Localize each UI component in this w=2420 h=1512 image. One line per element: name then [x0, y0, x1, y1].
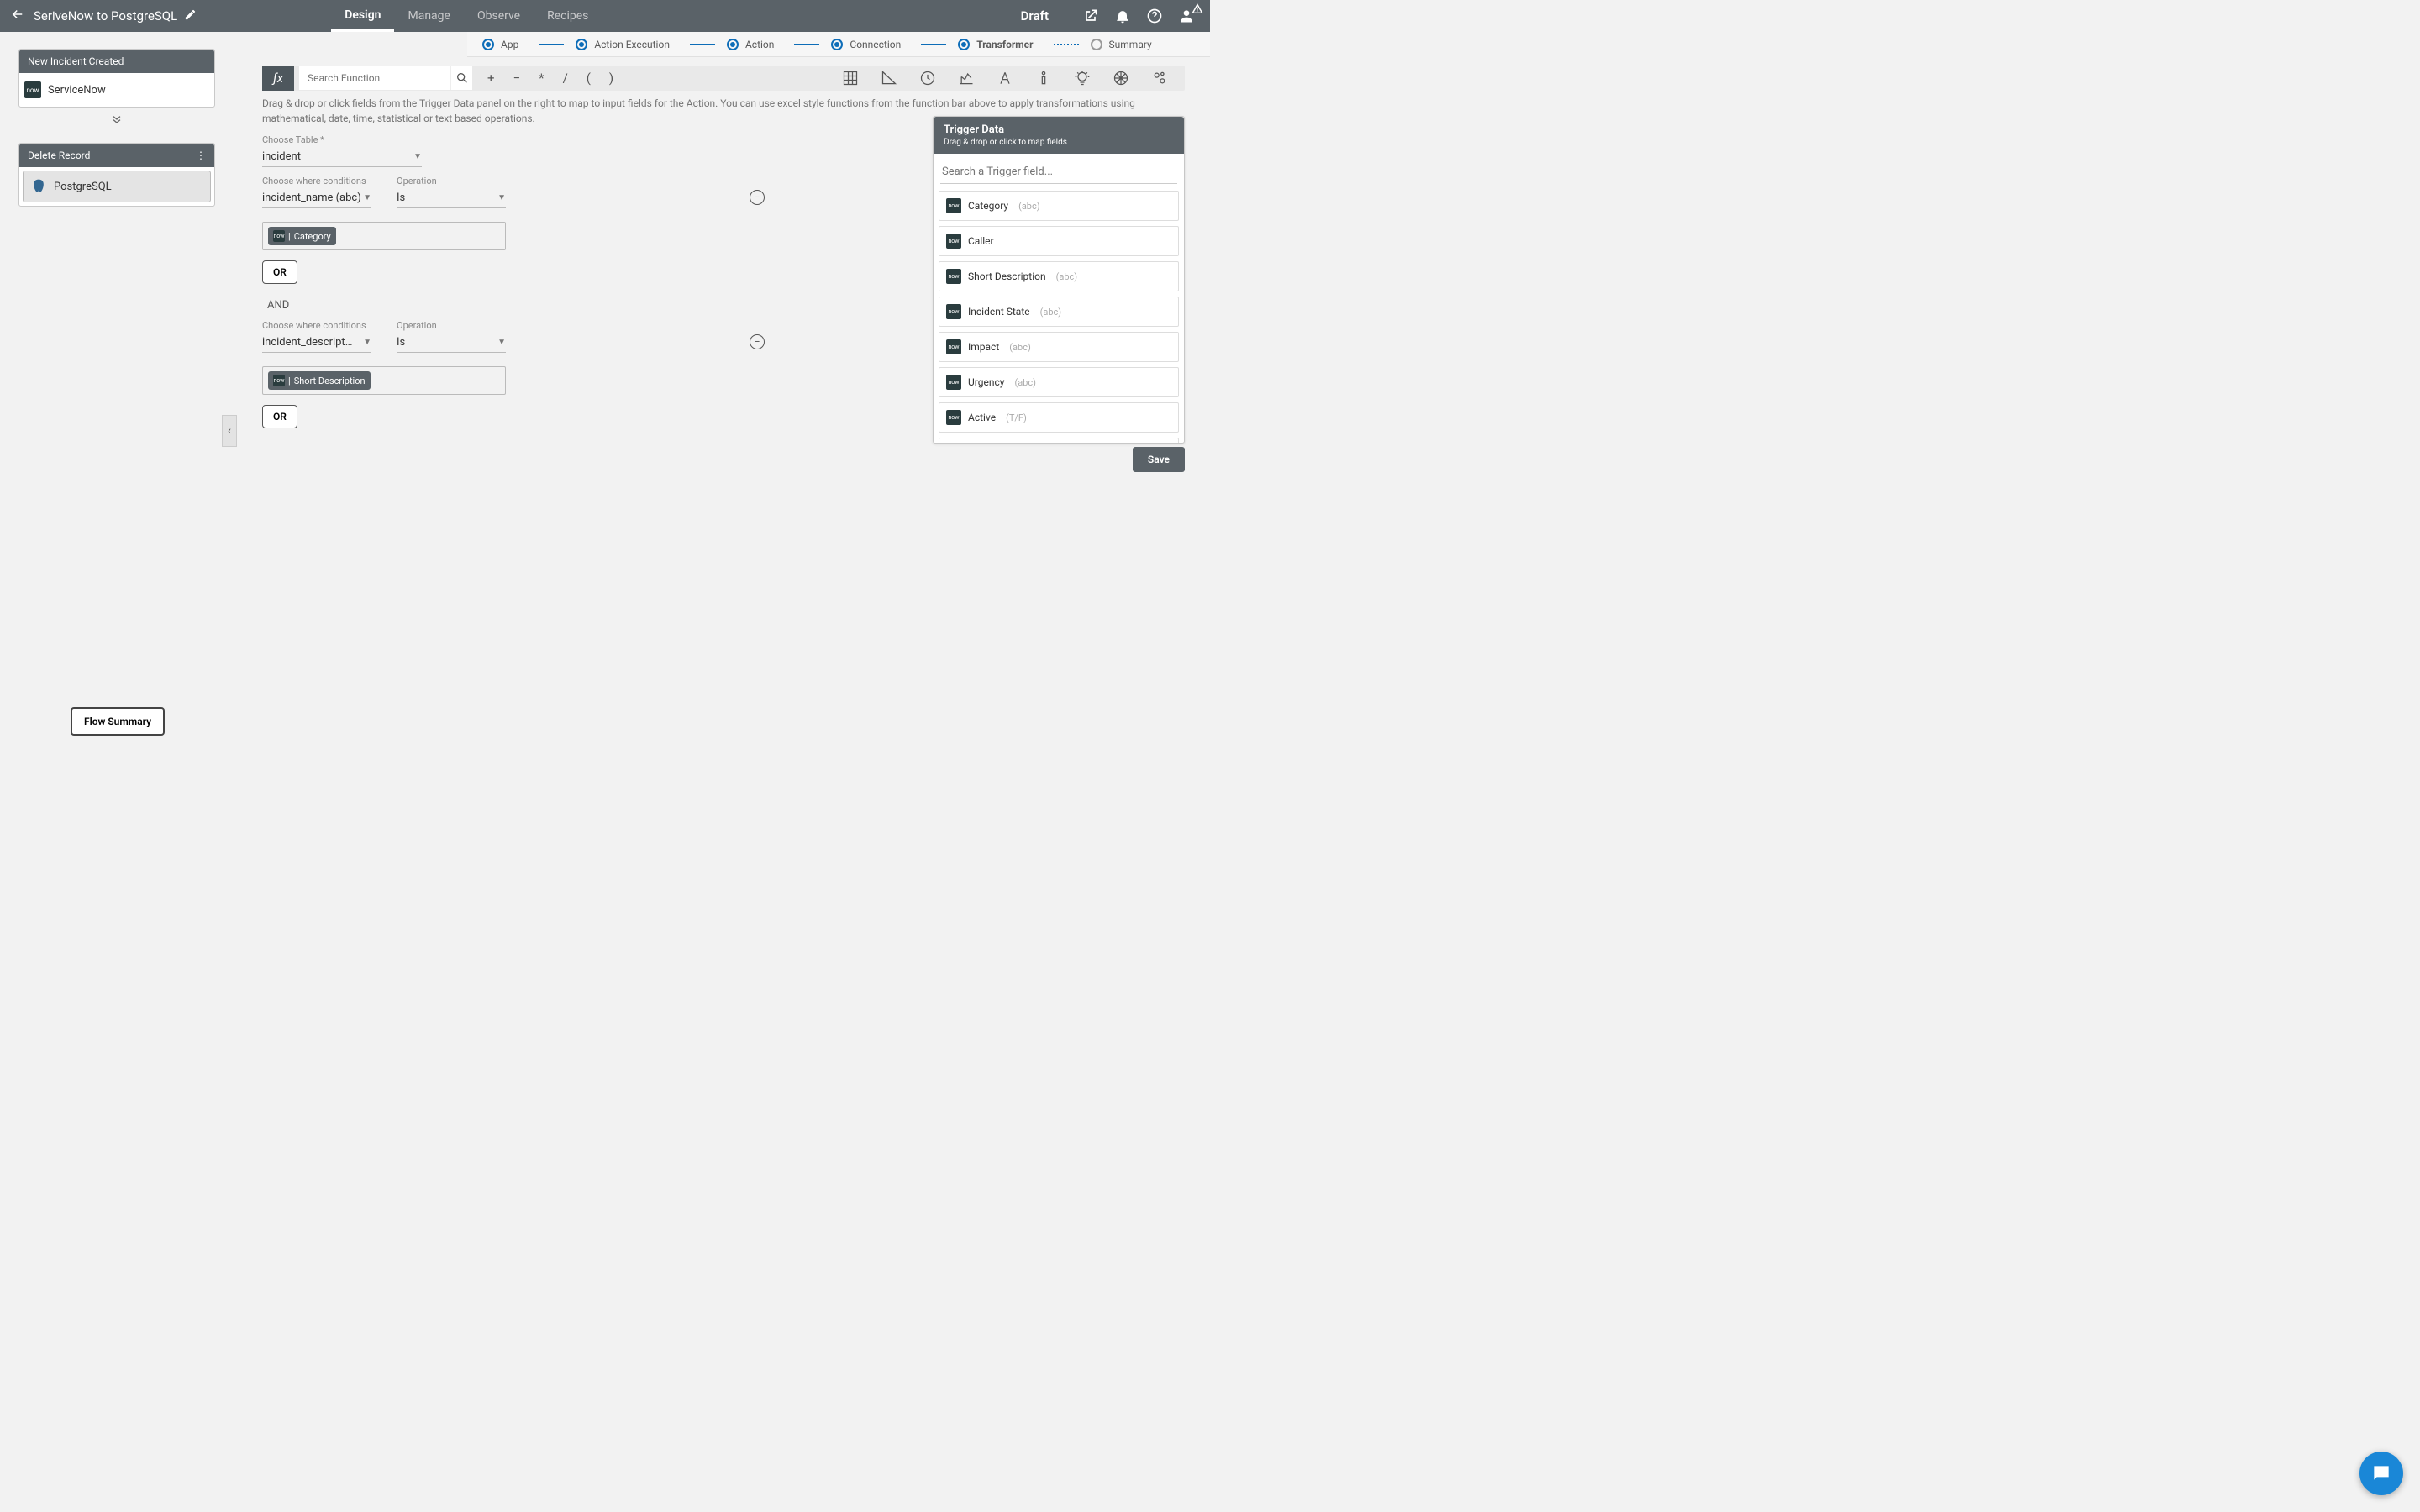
grid-icon[interactable]: [842, 70, 859, 87]
op-label-1: Operation: [397, 176, 506, 186]
cond2-op-select[interactable]: Is▼: [397, 333, 506, 353]
chart-icon[interactable]: [958, 70, 975, 87]
trigger-item-active[interactable]: nowActive(T/F): [939, 402, 1179, 433]
function-search-input[interactable]: [299, 66, 450, 90]
search-icon[interactable]: [450, 66, 472, 90]
trigger-item-caller[interactable]: nowCaller: [939, 226, 1179, 256]
step-connection[interactable]: Connection: [831, 39, 901, 50]
edit-title-icon[interactable]: [184, 8, 197, 24]
trigger-item-urgency[interactable]: nowUrgency(abc): [939, 367, 1179, 397]
and-label: AND: [267, 299, 867, 312]
bell-icon[interactable]: [1114, 8, 1131, 24]
or-button-2[interactable]: OR: [262, 405, 297, 428]
action-node-card[interactable]: Delete Record ⋮ PostgreSQL: [18, 143, 215, 207]
tab-recipes[interactable]: Recipes: [534, 0, 602, 32]
trigger-item-category[interactable]: nowCategory(abc): [939, 191, 1179, 221]
step-summary[interactable]: Summary: [1091, 39, 1152, 50]
cond1-value-input[interactable]: now|Category: [262, 222, 506, 250]
collapse-left-pane[interactable]: ‹: [222, 415, 237, 447]
remove-cond2-icon[interactable]: −: [750, 334, 765, 349]
where-label-2: Choose where conditions: [262, 320, 371, 331]
chevron-down-icon: [18, 113, 215, 129]
warning-badge-icon: [1192, 3, 1203, 14]
table-select[interactable]: incident▼: [262, 147, 422, 167]
cond2-value-input[interactable]: now|Short Description: [262, 366, 506, 395]
where-label-1: Choose where conditions: [262, 176, 371, 186]
chip-short-description[interactable]: now|Short Description: [268, 371, 371, 390]
trigger-item-due-date[interactable]: nowDue Date: [939, 438, 1179, 443]
servicenow-icon: now: [24, 81, 41, 98]
op-paren-close[interactable]: ): [609, 71, 613, 86]
postgresql-icon: [30, 178, 47, 195]
top-header: SeriveNow to PostgreSQL Design Manage Ob…: [0, 0, 1210, 32]
trigger-node-body: ServiceNow: [48, 84, 106, 97]
step-action[interactable]: Action: [727, 39, 774, 50]
right-pane: ‹ App Action Execution Action Connection…: [234, 32, 1210, 756]
or-button-1[interactable]: OR: [262, 260, 297, 284]
op-plus[interactable]: +: [487, 71, 495, 86]
trigger-field-list: nowCategory(abc) nowCaller nowShort Desc…: [934, 191, 1184, 443]
op-label-2: Operation: [397, 320, 506, 331]
cond2-field-select[interactable]: incident_description (…▼: [262, 333, 371, 353]
clock-icon[interactable]: [919, 70, 936, 87]
save-button[interactable]: Save: [1133, 447, 1185, 472]
cond1-op-select[interactable]: Is▼: [397, 188, 506, 208]
step-app[interactable]: App: [482, 39, 518, 50]
user-icon[interactable]: [1178, 8, 1195, 24]
fx-icon[interactable]: ƒx: [262, 66, 294, 91]
text-icon[interactable]: [997, 70, 1013, 87]
info-icon[interactable]: [1035, 70, 1052, 87]
left-pane: New Incident Created now ServiceNow Dele…: [0, 32, 234, 756]
status-label: Draft: [1021, 8, 1049, 24]
palette-icon[interactable]: [1113, 70, 1129, 87]
action-node-body: PostgreSQL: [54, 181, 112, 193]
action-node-header: Delete Record ⋮: [19, 144, 214, 167]
trigger-data-panel: Trigger Data Drag & drop or click to map…: [933, 116, 1185, 444]
flow-title: SeriveNow to PostgreSQL: [34, 8, 177, 24]
gears-icon[interactable]: [1151, 70, 1168, 87]
trigger-item-incident-state[interactable]: nowIncident State(abc): [939, 297, 1179, 327]
trigger-panel-subtitle: Drag & drop or click to map fields: [944, 138, 1174, 147]
step-transformer[interactable]: Transformer: [958, 39, 1033, 50]
angle-icon[interactable]: [881, 70, 897, 87]
table-label: Choose Table *: [262, 134, 867, 145]
function-bar: ƒx + − * / ( ): [262, 66, 1185, 91]
form-area: Choose Table * incident▼ Choose where co…: [262, 134, 867, 428]
tab-manage[interactable]: Manage: [394, 0, 463, 32]
remove-cond1-icon[interactable]: −: [750, 190, 765, 205]
trigger-item-short-description[interactable]: nowShort Description(abc): [939, 261, 1179, 291]
trigger-node-card[interactable]: New Incident Created now ServiceNow: [18, 49, 215, 108]
trigger-search-input[interactable]: [940, 160, 1177, 184]
kebab-menu-icon[interactable]: ⋮: [196, 150, 206, 161]
open-external-icon[interactable]: [1082, 8, 1099, 24]
nav-tabs: Design Manage Observe Recipes: [331, 0, 602, 32]
op-multiply[interactable]: *: [539, 71, 544, 86]
cond1-field-select[interactable]: incident_name (abc)▼: [262, 188, 371, 208]
tab-design[interactable]: Design: [331, 0, 394, 32]
chip-category[interactable]: now|Category: [268, 227, 336, 245]
op-divide[interactable]: /: [563, 71, 568, 86]
bulb-icon[interactable]: [1074, 70, 1091, 87]
trigger-panel-title: Trigger Data: [944, 123, 1174, 136]
op-paren-open[interactable]: (: [587, 71, 591, 86]
help-icon[interactable]: [1146, 8, 1163, 24]
trigger-item-impact[interactable]: nowImpact(abc): [939, 332, 1179, 362]
flow-summary-button[interactable]: Flow Summary: [71, 707, 165, 736]
trigger-node-header: New Incident Created: [19, 50, 214, 73]
tab-observe[interactable]: Observe: [464, 0, 534, 32]
step-action-execution[interactable]: Action Execution: [576, 39, 670, 50]
chat-widget[interactable]: [2360, 1452, 2403, 1495]
op-minus[interactable]: −: [513, 71, 521, 86]
back-arrow-icon[interactable]: [10, 7, 25, 25]
step-bar: App Action Execution Action Connection T…: [467, 32, 1210, 57]
